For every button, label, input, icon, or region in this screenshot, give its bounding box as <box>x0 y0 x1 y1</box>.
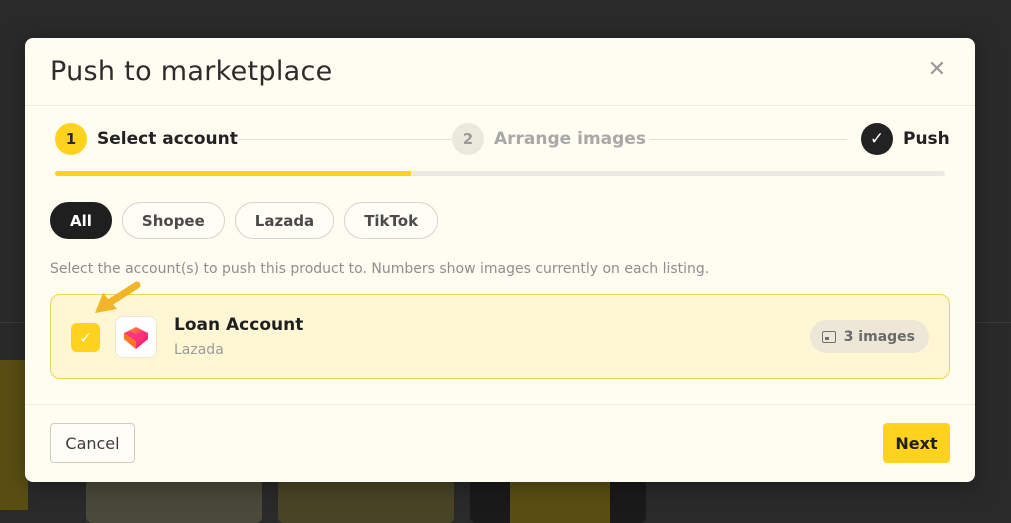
tab-tiktok[interactable]: TikTok <box>344 202 439 239</box>
stepper: 1 Select account 2 Arrange images ✓ Push <box>55 123 950 159</box>
account-platform: Lazada <box>174 342 224 358</box>
cancel-button[interactable]: Cancel <box>50 423 135 463</box>
account-name: Loan Account <box>174 315 304 335</box>
image-count-label: 3 images <box>843 328 915 345</box>
lazada-heart-icon <box>124 327 148 349</box>
background-image <box>0 360 28 510</box>
step-progress-fill <box>55 171 411 176</box>
platform-filter-tabs: All Shopee Lazada TikTok <box>50 202 439 239</box>
modal-footer: Cancel Next <box>25 404 975 482</box>
helper-text: Select the account(s) to push this produ… <box>50 261 710 277</box>
account-checkbox[interactable]: ✓ <box>71 323 100 352</box>
background-thumbnail <box>278 478 454 523</box>
next-button[interactable]: Next <box>883 423 950 463</box>
step-connector <box>238 139 468 140</box>
checkmark-icon: ✓ <box>861 123 893 155</box>
modal-title: Push to marketplace <box>50 56 333 87</box>
account-card[interactable]: ✓ Loan Account Lazada 3 images <box>50 281 950 379</box>
step-select-account: 1 Select account <box>55 123 238 155</box>
background-thumbnail <box>470 478 646 523</box>
lazada-logo-icon <box>115 316 157 358</box>
step-label: Push <box>903 129 950 149</box>
step-arrange-images: 2 Arrange images <box>452 123 646 155</box>
step-push: ✓ Push <box>861 123 950 155</box>
step-connector <box>650 139 847 140</box>
step-number: 2 <box>452 123 484 155</box>
step-label: Select account <box>97 129 238 149</box>
tab-shopee[interactable]: Shopee <box>121 202 225 239</box>
step-label: Arrange images <box>494 129 646 149</box>
tab-all[interactable]: All <box>50 202 112 239</box>
close-icon[interactable]: ✕ <box>927 59 947 81</box>
step-progress-bar <box>55 171 945 176</box>
image-icon <box>821 330 836 343</box>
image-count-badge: 3 images <box>809 320 929 353</box>
tab-lazada[interactable]: Lazada <box>234 202 335 239</box>
step-number: 1 <box>55 123 87 155</box>
arrow-pointer-icon <box>95 281 141 313</box>
push-to-marketplace-modal: Push to marketplace ✕ 1 Select account 2… <box>25 38 975 482</box>
background-thumbnail <box>86 478 262 523</box>
modal-header: Push to marketplace ✕ <box>25 38 975 106</box>
